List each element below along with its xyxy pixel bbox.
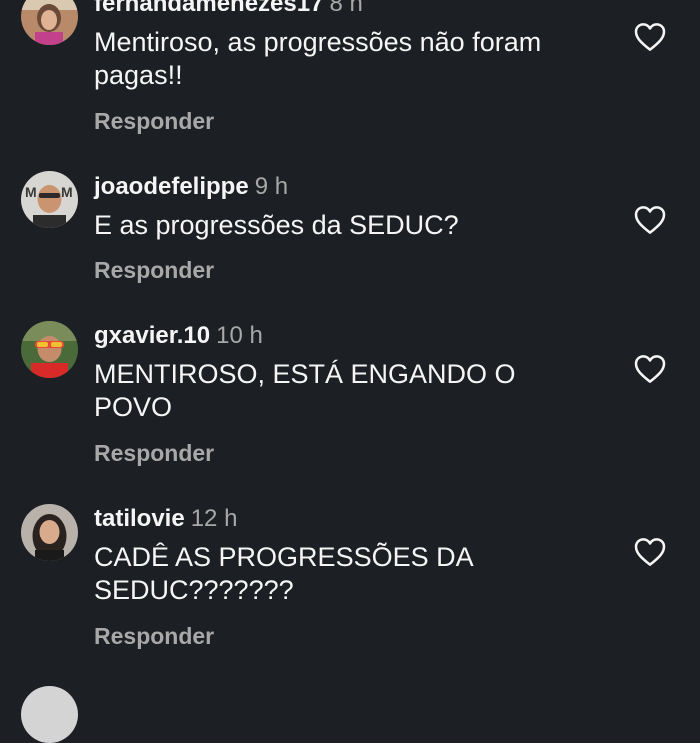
timestamp: 10 h <box>216 322 263 349</box>
comment-text-line: pagas!! <box>94 60 183 90</box>
reply-button[interactable]: Responder <box>94 256 214 284</box>
comment-text-line: E as progressões da SEDUC? <box>94 210 459 240</box>
timestamp: 8 h <box>329 0 363 17</box>
comment-text-line: MENTIROSO, ESTÁ ENGANDO O <box>94 359 516 389</box>
heart-outline-icon[interactable] <box>634 354 666 384</box>
avatar[interactable]: M M <box>21 171 78 228</box>
username[interactable]: joaodefelippe <box>94 173 249 200</box>
comment-meta: tatilovie 12 h <box>94 505 237 533</box>
username[interactable]: gxavier.10 <box>94 322 210 349</box>
svg-text:M: M <box>61 184 73 200</box>
heart-outline-icon[interactable] <box>634 22 666 52</box>
comment-text: CADÊ AS PROGRESSÕES DA SEDUC??????? <box>94 541 614 607</box>
reply-button[interactable]: Responder <box>94 439 214 467</box>
comment-text: Mentiroso, as progressões não foram paga… <box>94 26 614 92</box>
reply-button[interactable]: Responder <box>94 107 214 135</box>
comment-text-line: Mentiroso, as progressões não foram <box>94 27 542 57</box>
avatar[interactable] <box>21 0 78 45</box>
timestamp: 12 h <box>190 505 238 532</box>
comment-text: MENTIROSO, ESTÁ ENGANDO O POVO <box>94 358 614 424</box>
reply-button[interactable]: Responder <box>94 622 214 650</box>
comment-text-line: CADÊ AS PROGRESSÕES DA <box>94 542 474 572</box>
comment-meta: gxavier.10 10 h <box>94 322 263 350</box>
heart-outline-icon[interactable] <box>634 537 666 567</box>
avatar[interactable] <box>21 504 78 561</box>
comment-meta: fernandamenezes17 8 h <box>94 0 363 18</box>
timestamp: 9 h <box>254 173 289 200</box>
svg-text:M: M <box>25 184 37 200</box>
comment-text-line: POVO <box>94 392 173 422</box>
username[interactable]: tatilovie <box>94 505 185 532</box>
comment-text-line: SEDUC??????? <box>94 575 294 605</box>
heart-outline-icon[interactable] <box>634 205 666 235</box>
comment-meta: joaodefelippe 9 h <box>94 173 288 201</box>
avatar[interactable] <box>21 686 78 743</box>
username[interactable]: fernandamenezes17 <box>94 0 323 17</box>
avatar[interactable] <box>21 321 78 378</box>
comment-text: E as progressões da SEDUC? <box>94 209 614 242</box>
